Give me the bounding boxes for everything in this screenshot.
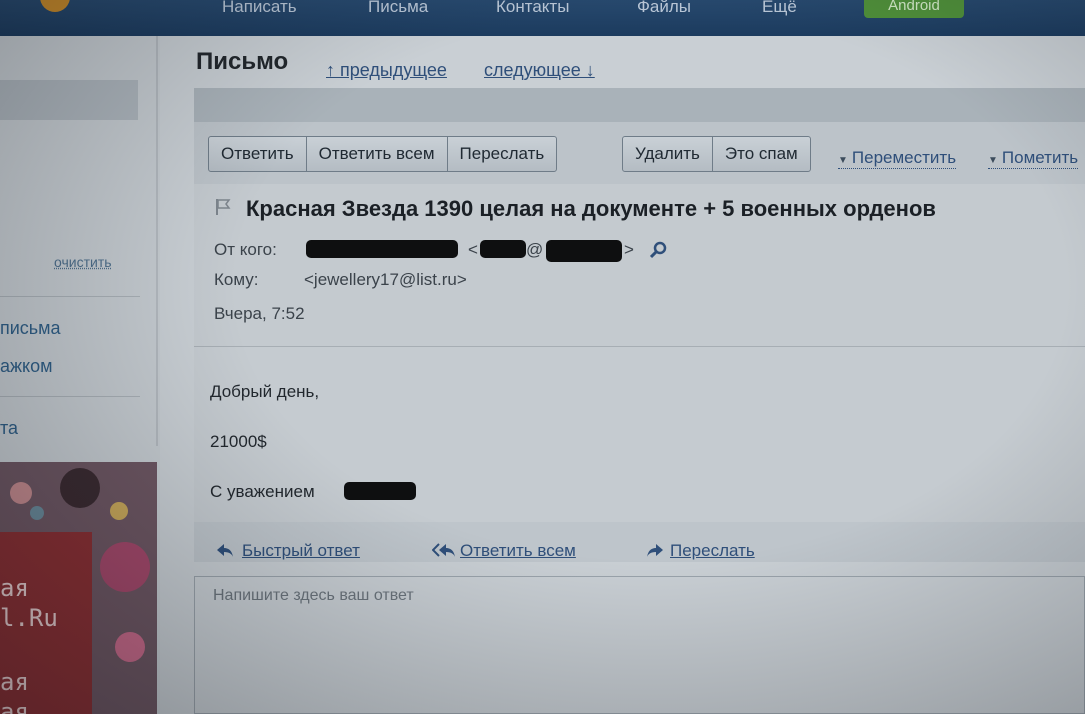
reply-button-group: Ответить Ответить всем Переслать bbox=[208, 136, 558, 172]
from-label: От кого: bbox=[214, 240, 277, 259]
ad-text: ая bbox=[0, 698, 29, 714]
sidebar-border bbox=[156, 36, 158, 446]
move-dropdown[interactable]: ▼ Переместить bbox=[838, 148, 957, 169]
ad-text: ая bbox=[0, 668, 29, 696]
reply-arrow-icon bbox=[217, 544, 233, 557]
sidebar-link-2[interactable]: ажком bbox=[0, 356, 53, 377]
reply-all-arrow-icon bbox=[432, 543, 455, 557]
chevron-down-icon: ▼ bbox=[988, 155, 998, 166]
body-signoff: С уважением bbox=[210, 482, 315, 501]
nav-more[interactable]: Ещё bbox=[762, 0, 797, 17]
next-link[interactable]: следующее ↓ bbox=[484, 60, 595, 81]
to-label: Кому: bbox=[214, 270, 259, 289]
move-label: Переместить bbox=[851, 148, 957, 167]
from-at: @ bbox=[526, 240, 544, 259]
nav-contacts[interactable]: Контакты bbox=[496, 0, 569, 17]
nav-letters[interactable]: Письма bbox=[368, 0, 428, 17]
ad-decoration bbox=[10, 482, 32, 504]
forward-arrow-icon bbox=[647, 544, 663, 557]
page-title: Письмо bbox=[196, 48, 289, 75]
header-band bbox=[194, 88, 1085, 122]
mark-dropdown[interactable]: ▼ Пометить bbox=[988, 148, 1079, 169]
sidebar-active-folder[interactable] bbox=[0, 80, 138, 120]
logo-icon[interactable] bbox=[40, 0, 70, 12]
redacted-signature bbox=[344, 482, 416, 500]
message-view: Письмо ↑ предыдущее следующее ↓ Ответить… bbox=[168, 36, 1085, 714]
forward-button[interactable]: Переслать bbox=[448, 137, 557, 171]
reply-all-link[interactable]: Ответить всем bbox=[460, 541, 576, 561]
screen: Написать Письма Контакты Файлы Ещё Andro… bbox=[0, 0, 1085, 714]
android-button[interactable]: Android bbox=[864, 0, 964, 18]
reply-textarea[interactable] bbox=[194, 576, 1085, 714]
from-bracket: < bbox=[468, 240, 478, 259]
quick-reply-link[interactable]: Быстрый ответ bbox=[242, 541, 360, 561]
delete-button-group: Удалить Это спам bbox=[622, 136, 811, 172]
redacted-email-domain bbox=[546, 240, 622, 262]
ad-decoration bbox=[30, 506, 44, 520]
top-navigation: Написать Письма Контакты Файлы Ещё Andro… bbox=[0, 0, 1085, 36]
delete-button[interactable]: Удалить bbox=[623, 137, 713, 171]
ad-decoration bbox=[110, 502, 128, 520]
mark-label: Пометить bbox=[1001, 148, 1079, 167]
chevron-down-icon: ▼ bbox=[838, 155, 848, 166]
spam-button[interactable]: Это спам bbox=[713, 137, 810, 171]
sidebar-link-letters[interactable]: письма bbox=[0, 318, 61, 339]
cupcake-icon bbox=[100, 542, 150, 592]
message-subject: Красная Звезда 1390 целая на документе +… bbox=[246, 196, 936, 221]
ad-banner[interactable]: ая l.Ru ая ая bbox=[0, 462, 157, 714]
nav-compose[interactable]: Написать bbox=[222, 0, 297, 17]
message-body bbox=[194, 347, 1085, 522]
flag-icon[interactable] bbox=[214, 198, 232, 216]
redacted-sender-name bbox=[306, 240, 458, 258]
sidebar-divider bbox=[0, 396, 140, 397]
to-address: <jewellery17@list.ru> bbox=[304, 270, 467, 289]
redacted-email-user bbox=[480, 240, 526, 258]
ad-decoration bbox=[60, 468, 100, 508]
sidebar-divider bbox=[0, 296, 140, 297]
from-bracket: > bbox=[624, 240, 634, 259]
body-price: 21000$ bbox=[210, 432, 267, 451]
forward-link[interactable]: Переслать bbox=[670, 541, 755, 561]
clear-link[interactable]: очистить bbox=[54, 254, 112, 270]
message-date: Вчера, 7:52 bbox=[214, 304, 305, 323]
reply-all-button[interactable]: Ответить всем bbox=[307, 137, 448, 171]
ad-decoration bbox=[115, 632, 145, 662]
search-icon[interactable] bbox=[648, 240, 668, 260]
ad-text: ая bbox=[0, 574, 29, 602]
ad-text: l.Ru bbox=[0, 604, 58, 632]
sidebar-link-3[interactable]: та bbox=[0, 418, 18, 439]
body-greeting: Добрый день, bbox=[210, 382, 320, 401]
previous-link[interactable]: ↑ предыдущее bbox=[326, 60, 447, 81]
reply-button[interactable]: Ответить bbox=[209, 137, 307, 171]
nav-files[interactable]: Файлы bbox=[637, 0, 691, 17]
